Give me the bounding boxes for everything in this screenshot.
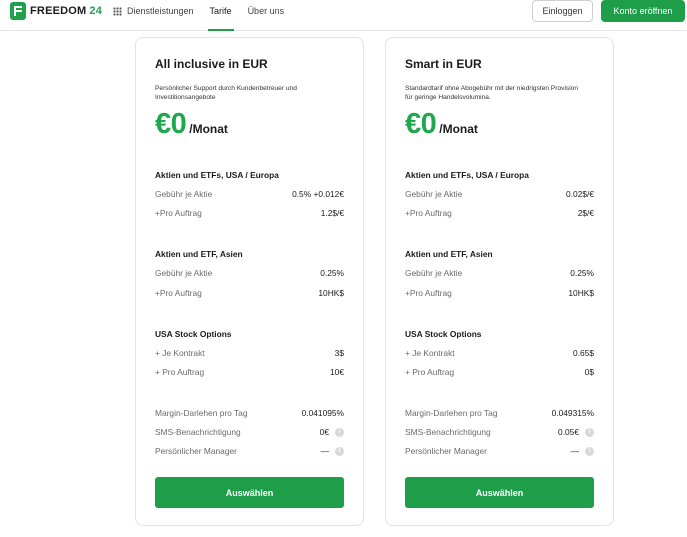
sms-row: SMS-Benachrichtigung 0.05€ i [405, 426, 594, 438]
fee-row: +Pro Auftrag 10HK$ [155, 287, 344, 299]
fee-label: Gebühr je Aktie [155, 268, 213, 278]
fee-value: 0.02$/€ [566, 189, 594, 199]
fee-label: Gebühr je Aktie [405, 189, 463, 199]
fee-value: 0.25% [570, 268, 594, 278]
main-nav: Dienstleistungen Tarife Über uns [113, 0, 284, 31]
grid-icon [113, 7, 122, 16]
manager-value: — [320, 446, 329, 456]
fee-label: +Pro Auftrag [155, 288, 202, 298]
fee-row: +Pro Auftrag 2$/€ [405, 207, 594, 219]
freedom24-logo-icon [10, 2, 26, 20]
section-title-options: USA Stock Options [155, 329, 232, 339]
section-title-us-eu: Aktien und ETFs, USA / Europa [405, 170, 529, 180]
fee-row: Gebühr je Aktie 0.25% [155, 267, 344, 279]
fee-row: + Je Kontrakt 0.65$ [405, 347, 594, 359]
info-icon[interactable]: i [335, 446, 344, 456]
nav-about[interactable]: Über uns [248, 0, 285, 31]
price-period: /Monat [439, 122, 478, 136]
section-title-asia: Aktien und ETF, Asien [405, 249, 493, 259]
fee-row: Gebühr je Aktie 0.5% +0.012€ [155, 188, 344, 200]
fee-row: Gebühr je Aktie 0.25% [405, 267, 594, 279]
info-icon[interactable]: i [585, 427, 594, 437]
fee-row: + Pro Auftrag 0$ [405, 366, 594, 378]
plan-description: Standardtarif ohne Abogebühr mit der nie… [405, 85, 579, 101]
manager-label: Persönlicher Manager [155, 446, 237, 456]
fee-value: 1.2$/€ [320, 208, 344, 218]
section-title-asia: Aktien und ETF, Asien [155, 249, 243, 259]
logo-text: FREEDOM 24 [30, 5, 102, 17]
fee-label: + Pro Auftrag [405, 367, 455, 377]
sms-row: SMS-Benachrichtigung 0€ i [155, 426, 344, 438]
plan-title: All inclusive in EUR [155, 57, 268, 71]
fee-label: + Pro Auftrag [155, 367, 205, 377]
plan-title: Smart in EUR [405, 57, 482, 71]
margin-row: Margin-Darlehen pro Tag 0.041095% [155, 407, 344, 419]
fee-value: 0.25% [320, 268, 344, 278]
margin-value: 0.041095% [301, 408, 344, 418]
section-title-options: USA Stock Options [405, 329, 482, 339]
logo-number: 24 [89, 5, 103, 17]
plan-price: €0 /Monat [155, 108, 228, 141]
freedom24-logo[interactable]: FREEDOM 24 [10, 2, 102, 20]
nav-services-label: Dienstleistungen [127, 6, 194, 16]
fee-row: +Pro Auftrag 1.2$/€ [155, 207, 344, 219]
sms-label: SMS-Benachrichtigung [155, 427, 241, 437]
sms-value-wrap: 0.05€ i [558, 427, 594, 437]
plan-card-all-inclusive: All inclusive in EUR Persönlicher Suppor… [135, 37, 364, 526]
select-plan-button[interactable]: Auswählen [155, 477, 344, 508]
fee-value: 3$ [334, 348, 344, 358]
manager-row: Persönlicher Manager — i [155, 445, 344, 457]
info-icon[interactable]: i [585, 446, 594, 456]
fee-value: 2$/€ [577, 208, 594, 218]
sms-value: 0€ [319, 427, 329, 437]
margin-label: Margin-Darlehen pro Tag [155, 408, 248, 418]
manager-value-wrap: — i [571, 446, 594, 456]
manager-value-wrap: — i [321, 446, 344, 456]
fee-value: 10HK$ [568, 288, 594, 298]
fee-label: +Pro Auftrag [155, 208, 202, 218]
fee-label: + Je Kontrakt [405, 348, 455, 358]
fee-row: + Pro Auftrag 10€ [155, 366, 344, 378]
fee-row: +Pro Auftrag 10HK$ [405, 287, 594, 299]
nav-services[interactable]: Dienstleistungen [113, 0, 194, 31]
logo-word: FREEDOM [30, 5, 87, 17]
info-icon[interactable]: i [335, 427, 344, 437]
nav-tarife[interactable]: Tarife [207, 0, 234, 31]
manager-row: Persönlicher Manager — i [405, 445, 594, 457]
fee-value: 0.65$ [573, 348, 594, 358]
plan-price: €0 /Monat [405, 108, 478, 141]
fee-label: +Pro Auftrag [405, 208, 452, 218]
nav-about-label: Über uns [247, 6, 285, 16]
sms-label: SMS-Benachrichtigung [405, 427, 491, 437]
sms-value: 0.05€ [558, 427, 579, 437]
fee-label: Gebühr je Aktie [155, 189, 213, 199]
manager-label: Persönlicher Manager [405, 446, 487, 456]
fee-value: 10HK$ [318, 288, 344, 298]
section-title-us-eu: Aktien und ETFs, USA / Europa [155, 170, 279, 180]
price-amount: €0 [155, 108, 187, 140]
top-header: FREEDOM 24 Dienstleistungen Tarife Über u… [0, 0, 687, 31]
margin-label: Margin-Darlehen pro Tag [405, 408, 498, 418]
select-plan-button[interactable]: Auswählen [405, 477, 594, 508]
price-amount: €0 [405, 108, 437, 140]
open-account-button[interactable]: Konto eröffnen [601, 0, 685, 22]
price-period: /Monat [189, 122, 228, 136]
plan-description: Persönlicher Support durch Kundenbetreue… [155, 85, 297, 101]
plan-card-smart: Smart in EUR Standardtarif ohne Abogebüh… [385, 37, 614, 526]
fee-label: Gebühr je Aktie [405, 268, 463, 278]
fee-label: +Pro Auftrag [405, 288, 452, 298]
manager-value: — [570, 446, 579, 456]
margin-row: Margin-Darlehen pro Tag 0.049315% [405, 407, 594, 419]
nav-tarife-label: Tarife [209, 6, 232, 16]
login-button[interactable]: Einloggen [532, 0, 593, 22]
fee-label: + Je Kontrakt [155, 348, 205, 358]
fee-value: 0.5% +0.012€ [292, 189, 344, 199]
fee-row: Gebühr je Aktie 0.02$/€ [405, 188, 594, 200]
sms-value-wrap: 0€ i [320, 427, 344, 437]
fee-value: 10€ [330, 367, 344, 377]
fee-value: 0$ [584, 367, 594, 377]
fee-row: + Je Kontrakt 3$ [155, 347, 344, 359]
margin-value: 0.049315% [551, 408, 594, 418]
